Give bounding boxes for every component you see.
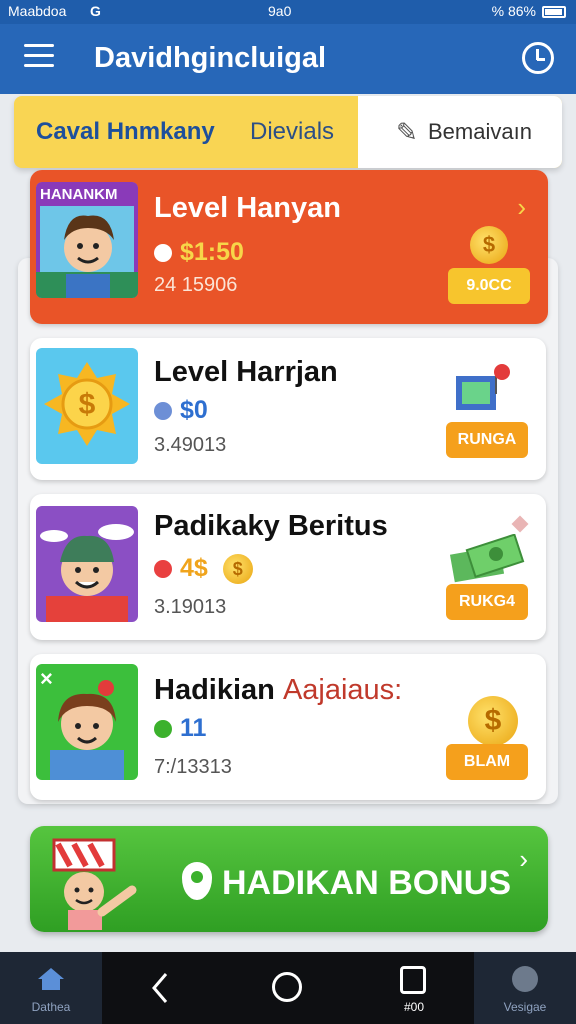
cash-icon — [448, 533, 528, 589]
thumbnail-label: HANANKM — [40, 186, 118, 203]
battery-icon — [542, 6, 566, 18]
card-title: Hadikian Aajaiaus: — [154, 674, 402, 707]
status-dot-icon — [154, 402, 172, 421]
status-dot-icon — [154, 244, 172, 263]
card-title: Padikaky Beritus — [154, 510, 388, 542]
player-count: 7:/13313 — [154, 756, 232, 778]
carrier-name: Maabdoa — [8, 3, 67, 19]
chevron-right-icon: › — [519, 844, 528, 874]
quest-thumbnail: × — [36, 664, 138, 780]
globe-icon — [512, 966, 538, 992]
system-nav-bar: Dathea #00 Vesigae — [0, 952, 576, 1024]
back-icon — [152, 973, 168, 1003]
nav-voice-label: Vesigae — [503, 1000, 547, 1014]
tab-bar: Caval Hnmkany Dievials ✎ Bemaivaın — [14, 96, 562, 168]
mascot-icon — [44, 834, 154, 935]
status-indicators: % 86% — [491, 3, 536, 19]
action-button[interactable]: 9.0CC — [448, 268, 530, 304]
tab-dievials[interactable]: Dievials — [250, 96, 334, 168]
card-title-main: Hadikian — [154, 674, 275, 706]
back-button[interactable] — [140, 952, 180, 1024]
coin-icon: $ — [222, 554, 253, 585]
recents-label: #00 — [403, 1000, 425, 1014]
status-dot-icon — [154, 560, 172, 579]
recents-button[interactable]: #00 — [388, 952, 440, 1024]
quest-thumbnail — [36, 506, 138, 622]
reward-amount: $0 — [180, 396, 208, 424]
close-icon[interactable]: × — [40, 666, 53, 692]
reward-amount: 11 — [180, 714, 207, 742]
home-button[interactable] — [268, 952, 308, 1024]
reward-value: 11 — [154, 714, 206, 743]
bonus-label: HADIKAN BONUS — [222, 864, 511, 902]
featured-card[interactable]: HANANKM Level Hanyan $1:50 24 15906 › $ … — [30, 170, 548, 324]
player-count: 3.49013 — [154, 434, 227, 456]
card-title: Level Harrjan — [154, 356, 338, 388]
page-title: Davidhgincluigal — [94, 42, 327, 74]
quest-card[interactable]: Padikaky Beritus 4$ $ 3.19013 RUKG4 — [30, 494, 546, 640]
action-button[interactable]: RUKG4 — [446, 584, 528, 620]
card-title-accent: Aajaiaus: — [282, 674, 403, 706]
action-button[interactable]: BLAM — [446, 744, 528, 780]
quest-card[interactable]: × Hadikian Aajaiaus: 11 7:/13313 $ BLAM — [30, 654, 546, 800]
reward-value: 4$ $ — [154, 554, 253, 585]
location-pin-icon — [182, 862, 212, 900]
reward-value: $1:50 — [154, 238, 244, 267]
status-dot-icon — [154, 720, 172, 739]
recents-icon — [400, 966, 426, 994]
reward-amount: 4$ — [180, 554, 208, 582]
tab-caval-hnmkany[interactable]: Caval Hnmkany — [36, 96, 215, 168]
nav-home-label: Dathea — [31, 1000, 71, 1014]
circle-home-icon — [272, 972, 302, 1002]
home-icon — [38, 968, 64, 990]
player-count: 24 15906 — [154, 274, 238, 296]
svg-text:$: $ — [79, 388, 96, 421]
building-icon — [452, 364, 512, 417]
reward-amount: $1:50 — [180, 238, 244, 266]
reward-value: $0 — [154, 396, 208, 425]
card-title: Level Hanyan — [154, 192, 341, 224]
app-bar: Davidhgincluigal — [0, 24, 576, 94]
coin-icon: $ — [470, 226, 508, 264]
clock-icon[interactable] — [522, 42, 554, 74]
chevron-right-icon: › — [517, 192, 526, 222]
action-button[interactable]: RUNGA — [446, 422, 528, 458]
coin-icon: $ — [468, 696, 518, 746]
network-g-label: G — [90, 3, 101, 19]
pin-dot-icon — [511, 515, 529, 533]
player-count: 3.19013 — [154, 596, 227, 618]
featured-thumbnail: HANANKM — [36, 182, 138, 298]
quest-card[interactable]: $ Level Harrjan $0 3.49013 RUNGA — [30, 338, 546, 480]
menu-icon[interactable] — [24, 44, 54, 72]
tab-label: Bemaivaın — [428, 119, 532, 144]
bonus-button[interactable]: HADIKAN BONUS › — [30, 826, 548, 932]
pen-icon: ✎ — [396, 117, 418, 147]
tab-bemaivaın[interactable]: ✎ Bemaivaın — [358, 96, 562, 168]
quest-thumbnail: $ — [36, 348, 138, 464]
nav-home[interactable]: Dathea — [0, 952, 102, 1024]
status-bar: Maabdoa G 9a0 % 86% — [0, 0, 576, 24]
nav-voice[interactable]: Vesigae — [474, 952, 576, 1024]
clock-time: 9a0 — [268, 3, 292, 19]
